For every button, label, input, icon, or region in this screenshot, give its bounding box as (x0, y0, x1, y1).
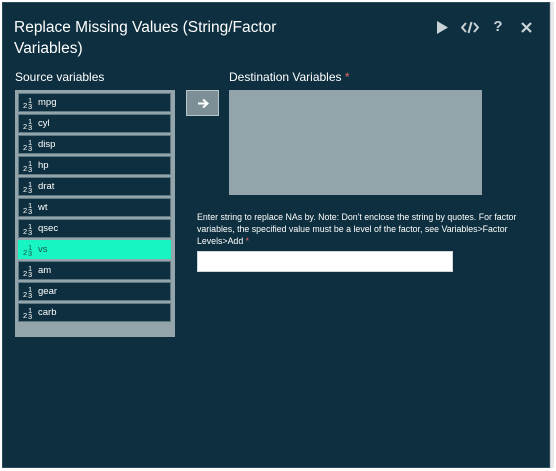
variable-item-hp[interactable]: 2 1 3 hp (18, 156, 171, 175)
variable-item-drat[interactable]: 2 1 3 drat (18, 177, 171, 196)
destination-variables-label: Destination Variables * (229, 70, 350, 84)
variable-name: mpg (38, 97, 57, 108)
variable-name: drat (38, 181, 55, 192)
close-icon[interactable] (517, 18, 535, 36)
variable-name: vs (38, 244, 48, 255)
numeric-icon: 213 (23, 137, 33, 153)
variable-name: wt (38, 202, 48, 213)
numeric-icon: 213 (23, 200, 33, 216)
variable-name: cyl (38, 118, 50, 129)
variable-name: gear (38, 286, 58, 297)
destination-variables-list[interactable] (229, 90, 482, 195)
variable-name: am (38, 265, 52, 276)
variable-item-disp[interactable]: 2 1 3 disp (18, 135, 171, 154)
na-replacement-input[interactable] (197, 251, 453, 272)
required-marker: * (344, 70, 350, 84)
numeric-icon: 213 (23, 221, 33, 237)
variable-name: disp (38, 139, 56, 150)
variable-name: carb (38, 307, 57, 318)
variable-item-wt[interactable]: 2 1 3 wt (18, 198, 171, 217)
numeric-icon: 213 (23, 305, 33, 321)
numeric-icon: 213 (23, 242, 33, 258)
numeric-icon: 213 (23, 158, 33, 174)
variable-list: 2 1 3 mpg 2 1 3 cyl 2 1 3 disp 2 1 3 hp 2 1 3 drat 2 1 3 wt 2 1 3 q… (18, 93, 171, 324)
variable-name: hp (38, 160, 49, 171)
move-to-destination-button[interactable] (186, 90, 219, 116)
required-marker: * (245, 236, 250, 246)
variable-item-am[interactable]: 2 1 3 am (18, 261, 171, 280)
numeric-icon: 213 (23, 116, 33, 132)
numeric-icon: 213 (23, 263, 33, 279)
play-icon[interactable] (433, 18, 451, 36)
arrow-right-icon (197, 98, 209, 108)
numeric-icon: 213 (23, 179, 33, 195)
variable-item-cyl[interactable]: 2 1 3 cyl (18, 114, 171, 133)
code-icon[interactable] (461, 18, 479, 36)
variable-name: qsec (38, 223, 59, 234)
source-variables-list[interactable]: 2 1 3 mpg 2 1 3 cyl 2 1 3 disp 2 1 3 hp 2 1 3 drat 2 1 3 wt 2 1 3 q… (15, 90, 175, 337)
variable-item-gear[interactable]: 2 1 3 gear (18, 282, 171, 301)
help-icon[interactable]: ? (489, 18, 507, 36)
window-scrollbar[interactable] (550, 2, 554, 468)
source-variables-label: Source variables (15, 70, 105, 84)
numeric-icon: 213 (23, 95, 33, 111)
variable-item-qsec[interactable]: 2 1 3 qsec (18, 219, 171, 238)
dialog-title: Replace Missing Values (String/Factor Va… (14, 19, 277, 57)
numeric-icon: 213 (23, 284, 33, 300)
dialog-toolbar: ? (433, 17, 535, 37)
na-replacement-instructions: Enter string to replace NAs by. Note: Do… (197, 212, 517, 246)
dialog-panel: Replace Missing Values (String/Factor Va… (2, 2, 550, 468)
variable-item-mpg[interactable]: 2 1 3 mpg (18, 93, 171, 112)
variable-item-vs[interactable]: 2 1 3 vs (18, 240, 171, 259)
variable-item-carb[interactable]: 2 1 3 carb (18, 303, 171, 322)
